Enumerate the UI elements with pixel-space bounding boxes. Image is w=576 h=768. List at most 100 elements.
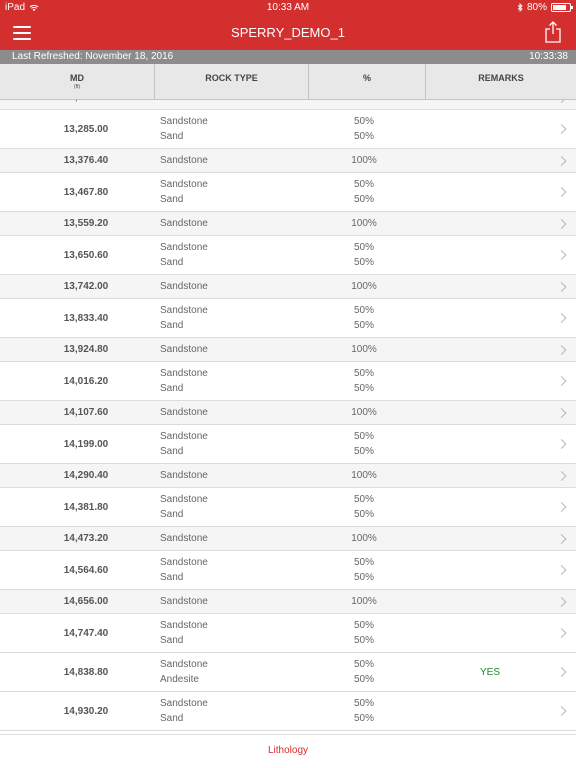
md-value: 14,381.80 <box>63 501 109 513</box>
chevron-right-icon[interactable] <box>556 187 567 197</box>
chevron-right-icon[interactable] <box>556 439 567 449</box>
remarks-value <box>430 614 550 652</box>
percent-value: 50% <box>353 194 374 205</box>
table-row[interactable]: 14,199.00 Sandstone Sand 50% 50% <box>0 425 576 464</box>
md-value: 13,559.20 <box>63 218 109 229</box>
percent-value: 100% <box>351 281 377 292</box>
percent-value: 50% <box>353 620 374 631</box>
table-row[interactable]: 13,467.80 Sandstone Sand 50% 50% <box>0 173 576 212</box>
table-row[interactable]: 13,833.40 Sandstone Sand 50% 50% <box>0 299 576 338</box>
chevron-right-icon[interactable] <box>556 502 567 512</box>
chevron-right-icon[interactable] <box>556 667 567 677</box>
table-row[interactable]: 13,285.00 Sandstone Sand 50% 50% <box>0 110 576 149</box>
chevron-right-icon[interactable] <box>556 281 567 292</box>
status-right: 80% <box>517 2 573 13</box>
refresh-bar: Last Refreshed: November 18, 2016 10:33:… <box>0 50 576 64</box>
table-row[interactable]: 14,107.60 Sandstone 100% <box>0 401 576 425</box>
table-row[interactable]: 13,559.20 Sandstone 100% <box>0 212 576 236</box>
table-row[interactable]: 14,290.40 Sandstone 100% <box>0 464 576 488</box>
chevron-right-icon[interactable] <box>556 124 567 134</box>
rock-type-cell: Sandstone Sand <box>160 488 208 526</box>
table-header: MD (ft) ROCK TYPE % REMARKS <box>0 64 576 100</box>
percent-cell: 50% 50% <box>316 551 412 589</box>
column-header-md[interactable]: MD (ft) <box>0 64 155 100</box>
percent-cell: 100% <box>316 149 412 172</box>
percent-value: 100% <box>351 407 377 418</box>
rock-type: Sand <box>160 446 184 457</box>
table-row[interactable]: 13,742.00 Sandstone 100% <box>0 275 576 299</box>
rock-type-cell: Sandstone <box>160 338 208 361</box>
rock-type: Sandstone <box>160 179 208 190</box>
table-rows: 13,193.60Sandstone100% 13,285.00 Sandstone… <box>0 100 576 731</box>
column-header-percent[interactable]: % <box>309 64 426 100</box>
column-header-rock-type[interactable]: ROCK TYPE <box>155 64 309 100</box>
remarks-value <box>430 236 550 274</box>
rock-type: Sand <box>160 131 184 142</box>
chevron-right-icon[interactable] <box>556 565 567 575</box>
table-row[interactable]: 13,376.40 Sandstone 100% <box>0 149 576 173</box>
chevron-right-icon[interactable] <box>556 470 567 481</box>
remarks-value <box>430 212 550 235</box>
chevron-right-icon[interactable] <box>556 376 567 386</box>
lithology-table[interactable]: 13,193.60Sandstone100% 13,285.00 Sandstone… <box>0 100 576 734</box>
table-row[interactable]: 14,747.40 Sandstone Sand 50% 50% <box>0 614 576 653</box>
table-row[interactable]: 14,930.20 Sandstone Sand 50% 50% <box>0 692 576 731</box>
rock-type: Sandstone <box>160 533 208 544</box>
table-row[interactable]: 13,924.80 Sandstone 100% <box>0 338 576 362</box>
rock-type-cell: Sandstone Sand <box>160 236 208 274</box>
md-value: 13,650.60 <box>63 249 109 261</box>
chevron-right-icon[interactable] <box>556 596 567 607</box>
share-icon[interactable] <box>544 21 562 43</box>
percent-value: 50% <box>353 572 374 583</box>
chevron-right-icon[interactable] <box>556 100 567 103</box>
percent-value: 50% <box>353 116 374 127</box>
remarks-value <box>430 173 550 211</box>
rock-type-cell: Sandstone Sand <box>160 362 208 400</box>
tab-lithology[interactable]: Lithology <box>0 745 576 756</box>
md-value: 14,564.60 <box>63 564 109 576</box>
rock-type: Sandstone <box>160 659 208 670</box>
table-row[interactable]: 14,473.20 Sandstone 100% <box>0 527 576 551</box>
percent-cell: 100% <box>316 590 412 613</box>
md-value: 13,285.00 <box>63 123 109 135</box>
md-value: 14,747.40 <box>63 627 109 639</box>
table-row[interactable]: 14,016.20 Sandstone Sand 50% 50% <box>0 362 576 401</box>
percent-value: 50% <box>353 698 374 709</box>
rock-type: Sandstone <box>160 344 208 355</box>
table-row[interactable]: 14,838.80 Sandstone Andesite 50% 50% YES <box>0 653 576 692</box>
rock-type: Sandstone <box>160 305 208 316</box>
column-header-remarks[interactable]: REMARKS <box>426 64 576 100</box>
rock-type: Sandstone <box>160 281 208 292</box>
rock-type: Sandstone <box>160 557 208 568</box>
chevron-right-icon[interactable] <box>556 706 567 716</box>
chevron-right-icon[interactable] <box>556 250 567 260</box>
rock-type: Sandstone <box>160 431 208 442</box>
percent-cell: 100% <box>316 212 412 235</box>
rock-type: Sandstone <box>160 698 208 709</box>
rock-type-cell: Sandstone Sand <box>160 692 208 730</box>
table-row[interactable]: 14,564.60 Sandstone Sand 50% 50% <box>0 551 576 590</box>
rock-type: Sandstone <box>160 116 208 127</box>
percent-cell: 50% 50% <box>316 173 412 211</box>
chevron-right-icon[interactable] <box>556 407 567 418</box>
remarks-value <box>430 299 550 337</box>
table-row[interactable]: 14,656.00 Sandstone 100% <box>0 590 576 614</box>
last-refreshed-label: Last Refreshed: November 18, 2016 <box>12 51 174 62</box>
percent-cell: 50% 50% <box>316 614 412 652</box>
chevron-right-icon[interactable] <box>556 218 567 229</box>
table-row[interactable]: 13,193.60Sandstone 100% <box>0 100 576 110</box>
md-unit-label: (ft) <box>73 84 81 90</box>
remarks-value <box>430 692 550 730</box>
chevron-right-icon[interactable] <box>556 628 567 638</box>
percent-value: 50% <box>353 368 374 379</box>
chevron-right-icon[interactable] <box>556 344 567 355</box>
table-row[interactable]: 14,381.80 Sandstone Sand 50% 50% <box>0 488 576 527</box>
remarks-value <box>430 551 550 589</box>
chevron-right-icon[interactable] <box>556 313 567 323</box>
percent-value: 100% <box>351 533 377 544</box>
table-row[interactable]: 13,650.60 Sandstone Sand 50% 50% <box>0 236 576 275</box>
rock-type: Sandstone <box>160 368 208 379</box>
percent-value: 50% <box>353 383 374 394</box>
chevron-right-icon[interactable] <box>556 155 567 166</box>
chevron-right-icon[interactable] <box>556 533 567 544</box>
